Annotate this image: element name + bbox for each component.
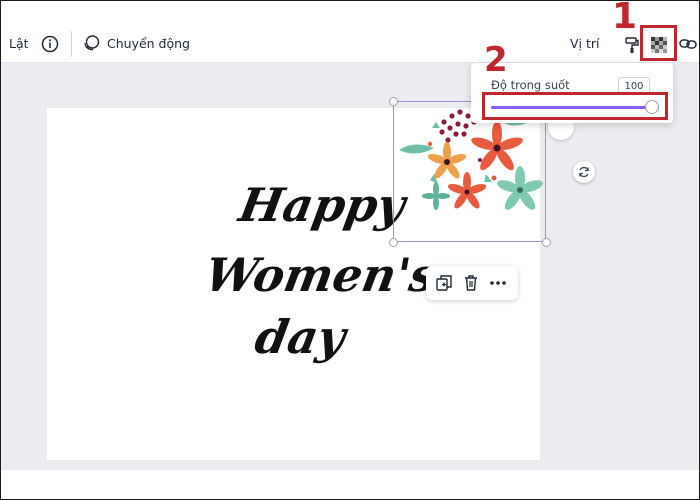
toolbar-divider — [71, 31, 72, 57]
canvas-text-line-1[interactable]: Happy — [235, 178, 409, 232]
annotation-marker-2: 2 — [484, 40, 508, 80]
annotation-marker-1: 1 — [612, 0, 638, 37]
element-context-menu — [426, 266, 518, 300]
animate-button[interactable]: Chuyển động — [107, 36, 190, 51]
more-icon[interactable] — [488, 273, 508, 293]
rotate-icon — [579, 166, 589, 178]
highlight-box-transparency-button — [640, 25, 677, 61]
resize-handle-bottom-left[interactable] — [389, 238, 398, 247]
resize-handle-top-left[interactable] — [389, 97, 398, 106]
editor-toolbar: Lật Chuyển động Vị trí — [1, 1, 699, 63]
paint-roller-icon[interactable] — [625, 36, 639, 54]
resize-handle-bottom-right[interactable] — [542, 238, 551, 247]
flip-button[interactable]: Lật — [9, 36, 29, 51]
info-icon[interactable] — [41, 35, 59, 53]
duplicate-icon[interactable] — [434, 273, 454, 293]
canvas-text-line-2[interactable]: Women's — [201, 248, 440, 302]
link-icon[interactable] — [678, 35, 698, 53]
canvas-text-line-3[interactable]: day — [251, 310, 349, 364]
animate-icon[interactable] — [82, 34, 100, 52]
highlight-box-slider — [482, 92, 668, 120]
transparency-label: Độ trong suốt — [491, 78, 570, 92]
rotate-button[interactable] — [573, 161, 595, 183]
trash-icon[interactable] — [461, 273, 481, 293]
position-button[interactable]: Vị trí — [570, 36, 600, 51]
